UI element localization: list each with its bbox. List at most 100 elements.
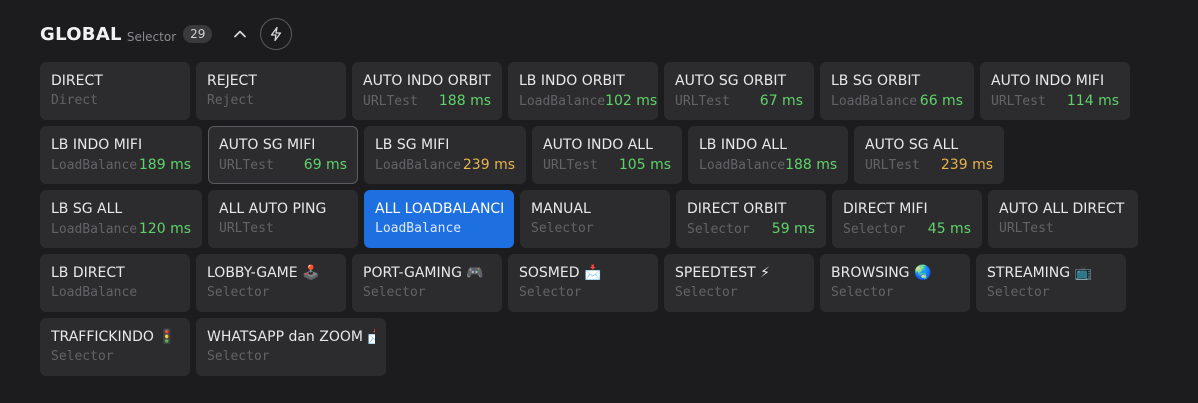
proxy-name: LOBBY-GAME 🕹️ [207,265,320,281]
proxy-card[interactable]: PORT-GAMING 🎮 Selector [352,254,502,312]
proxy-type: URLTest [543,158,598,173]
proxy-name: AUTO SG ALL [865,137,959,153]
proxy-type: LoadBalance [699,158,786,173]
proxy-type: LoadBalance [375,221,462,236]
proxy-type: Selector [987,285,1050,300]
latency-test-button[interactable] [260,18,293,50]
proxy-card[interactable]: LB SG ALL LoadBalance 120 ms [40,190,202,248]
proxy-type: Selector [831,285,894,300]
proxy-name: ALL LOADBALANCE [375,201,503,217]
proxy-card[interactable]: LB INDO MIFI LoadBalance 189 ms [40,126,202,184]
proxy-card[interactable]: LB SG MIFI LoadBalance 239 ms [364,126,526,184]
proxy-type: URLTest [219,158,274,173]
proxy-name: DIRECT ORBIT [687,201,787,217]
proxy-card[interactable]: AUTO SG ORBIT URLTest 67 ms [664,62,814,120]
proxy-card[interactable]: DIRECT ORBIT Selector 59 ms [676,190,826,248]
proxy-card[interactable]: WHATSAPP dan ZOOM 📩 Selector [196,318,386,376]
proxy-type: URLTest [363,94,418,109]
proxy-name: TRAFFICKINDO 🚦 [51,329,176,345]
proxy-type: Selector [207,285,270,300]
proxy-delay: 45 ms [927,221,971,237]
proxy-name: LB SG MIFI [375,137,450,153]
proxy-type: LoadBalance [831,94,918,109]
collapse-button[interactable] [226,20,254,48]
proxy-card[interactable]: LB SG ORBIT LoadBalance 66 ms [820,62,974,120]
proxy-name: LB SG ALL [51,201,123,217]
proxy-card[interactable]: TRAFFICKINDO 🚦 Selector [40,318,190,376]
proxy-delay: 188 ms [438,93,491,109]
proxy-card[interactable]: BROWSING 🌏 Selector [820,254,970,312]
proxy-type: Selector [531,221,594,236]
proxy-delay: 114 ms [1066,93,1119,109]
proxy-name: SPEEDTEST ⚡ [675,265,770,281]
proxy-card[interactable]: STREAMING 📺 Selector [976,254,1126,312]
proxy-card[interactable]: LB INDO ORBIT LoadBalance 102 ms [508,62,658,120]
proxy-card[interactable]: DIRECT MIFI Selector 45 ms [832,190,982,248]
proxy-delay: 188 ms [785,157,838,173]
proxy-type: URLTest [675,94,730,109]
proxy-name: BROWSING 🌏 [831,265,932,281]
proxy-card[interactable]: MANUAL Selector [520,190,670,248]
proxy-type: LoadBalance [519,94,606,109]
proxy-delay: 105 ms [618,157,671,173]
proxy-row: LB SG ALL LoadBalance 120 ms ALL AUTO PING… [40,190,1138,248]
proxy-card[interactable]: SPEEDTEST ⚡ Selector [664,254,814,312]
proxy-type: LoadBalance [51,285,138,300]
proxy-name: WHATSAPP dan ZOOM 📩 [207,329,375,345]
proxy-row: TRAFFICKINDO 🚦 Selector WHATSAPP dan ZOOM… [40,318,1138,376]
proxy-delay: 239 ms [940,157,993,173]
proxy-card[interactable]: AUTO ALL DIRECT URLTest [988,190,1138,248]
proxy-delay: 120 ms [138,221,191,237]
proxy-type: Reject [207,93,254,108]
proxy-delay: 69 ms [303,157,347,173]
proxy-type: Selector [207,349,270,364]
proxy-card-selected[interactable]: ALL LOADBALANCE LoadBalance [364,190,514,248]
proxy-delay: 66 ms [919,93,963,109]
proxy-row: DIRECT Direct REJECT Reject AUTO INDO ORBI… [40,62,1138,120]
chevron-up-icon [234,30,247,38]
proxy-card[interactable]: LOBBY-GAME 🕹️ Selector [196,254,346,312]
proxy-type: Selector [363,285,426,300]
proxy-type: LoadBalance [375,158,462,173]
proxy-delay: 189 ms [138,157,191,173]
proxy-name: LB DIRECT [51,265,125,281]
proxy-name: AUTO SG MIFI [219,137,316,153]
proxy-type: URLTest [219,221,274,236]
proxy-card[interactable]: AUTO INDO MIFI URLTest 114 ms [980,62,1130,120]
proxy-card[interactable]: LB DIRECT LoadBalance [40,254,190,312]
proxy-name: PORT-GAMING 🎮 [363,265,484,281]
proxy-name: DIRECT [51,73,103,89]
proxy-type: Direct [51,93,98,108]
proxy-delay: 239 ms [462,157,515,173]
proxy-name: AUTO SG ORBIT [675,73,787,89]
proxy-name: LB INDO ALL [699,137,787,153]
proxy-card[interactable]: AUTO SG ALL URLTest 239 ms [854,126,1004,184]
proxy-delay: 102 ms [605,93,658,109]
proxy-delay: 67 ms [759,93,803,109]
proxy-name: SOSMED 📩 [519,265,602,281]
proxy-card[interactable]: DIRECT Direct [40,62,190,120]
proxy-type: Selector [843,222,906,237]
proxy-card[interactable]: SOSMED 📩 Selector [508,254,658,312]
proxy-type: Selector [687,222,750,237]
proxy-card-hovered[interactable]: AUTO SG MIFI URLTest 69 ms [208,126,358,184]
proxy-card[interactable]: LB INDO ALL LoadBalance 188 ms [688,126,848,184]
proxy-type: LoadBalance [51,158,138,173]
proxy-card[interactable]: REJECT Reject [196,62,346,120]
proxy-name: AUTO INDO MIFI [991,73,1105,89]
proxy-card[interactable]: AUTO INDO ORBIT URLTest 188 ms [352,62,502,120]
proxy-card[interactable]: AUTO INDO ALL URLTest 105 ms [532,126,682,184]
group-header: GLOBAL Selector 29 [40,18,293,50]
proxy-type: Selector [51,349,114,364]
proxy-type: URLTest [991,94,1046,109]
proxy-grid: DIRECT Direct REJECT Reject AUTO INDO ORBI… [40,62,1138,382]
proxy-name: LB INDO MIFI [51,137,143,153]
proxy-type: LoadBalance [51,222,138,237]
proxy-name: REJECT [207,73,257,89]
proxy-type: URLTest [999,221,1054,236]
proxy-name: AUTO INDO ALL [543,137,653,153]
proxy-delay: 59 ms [771,221,815,237]
proxy-card[interactable]: ALL AUTO PING URLTest [208,190,358,248]
proxy-count-badge: 29 [183,25,213,43]
proxy-type: URLTest [865,158,920,173]
